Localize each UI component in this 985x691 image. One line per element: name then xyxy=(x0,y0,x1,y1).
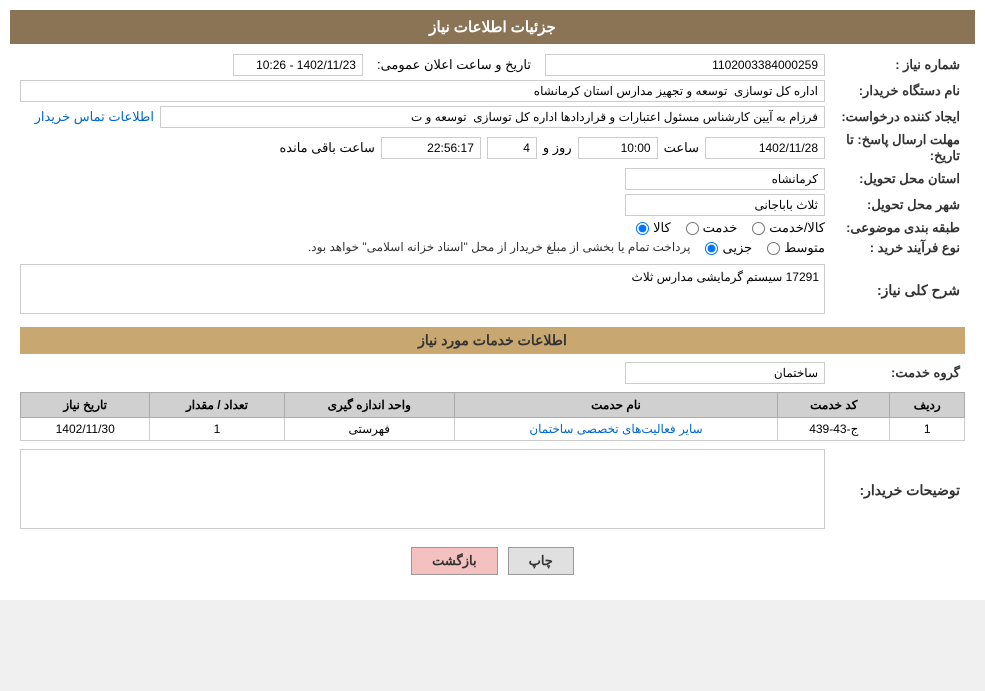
announcement-input[interactable] xyxy=(233,54,363,76)
row-date: 1402/11/30 xyxy=(21,418,150,441)
time-label: ساعت xyxy=(664,140,699,156)
service-group-value xyxy=(20,362,825,384)
page-container: جزئیات اطلاعات نیاز شماره نیاز : تاریخ و… xyxy=(0,0,985,600)
province-input[interactable] xyxy=(625,168,825,190)
process-note: پرداخت تمام یا بخشی از مبلغ خریدار از مح… xyxy=(308,240,691,256)
buyer-desc-value xyxy=(20,449,825,532)
overall-desc-row: شرح کلی نیاز: 17291 سیستم گرمایشی مدارس … xyxy=(20,264,965,317)
need-number-input[interactable] xyxy=(545,54,825,76)
page-title: جزئیات اطلاعات نیاز xyxy=(429,19,556,36)
table-header-row: ردیف کد خدمت نام حدمت واحد اندازه گیری ت… xyxy=(21,393,965,418)
col-header-name: نام حدمت xyxy=(454,393,777,418)
category-label: طبقه بندی موضوعی: xyxy=(825,220,965,236)
process-option-2[interactable]: متوسط xyxy=(767,240,825,256)
city-row: شهر محل تحویل: xyxy=(20,194,965,216)
deadline-value: ساعت روز و ساعت باقی مانده xyxy=(20,137,825,159)
days-label: روز و xyxy=(543,140,572,156)
province-value xyxy=(20,168,825,190)
content-area: شماره نیاز : تاریخ و ساعت اعلان عمومی: ن… xyxy=(10,54,975,590)
deadline-label: مهلت ارسال پاسخ: تا تاریخ: xyxy=(825,132,965,164)
need-number-value: تاریخ و ساعت اعلان عمومی: xyxy=(20,54,825,76)
row-quantity: 1 xyxy=(150,418,284,441)
category-option3-label: کالا/خدمت xyxy=(769,220,825,236)
process-options: متوسط جزیی پرداخت تمام یا بخشی از مبلغ خ… xyxy=(20,240,825,256)
row-number: 1 xyxy=(890,418,965,441)
category-option-3[interactable]: کالا/خدمت xyxy=(752,220,825,236)
services-table: ردیف کد خدمت نام حدمت واحد اندازه گیری ت… xyxy=(20,392,965,441)
creator-value: اطلاعات تماس خریدار xyxy=(20,106,825,128)
process-option-1[interactable]: جزیی xyxy=(705,240,752,256)
button-group: چاپ بازگشت xyxy=(20,547,965,590)
overall-desc-section: شرح کلی نیاز: 17291 سیستم گرمایشی مدارس … xyxy=(20,264,965,317)
buyer-desc-row: توضیحات خریدار: xyxy=(20,449,965,532)
category-option-2[interactable]: خدمت xyxy=(686,220,738,236)
buyer-name-input[interactable] xyxy=(20,80,825,102)
deadline-date-input[interactable] xyxy=(705,137,825,159)
service-group-row: گروه خدمت: xyxy=(20,362,965,384)
overall-desc-textarea[interactable]: 17291 سیستم گرمایشی مدارس ثلاث xyxy=(20,264,825,314)
print-button[interactable]: چاپ xyxy=(508,547,574,575)
buyer-desc-textarea[interactable] xyxy=(20,449,825,529)
process-radio-1[interactable] xyxy=(705,242,718,255)
category-options: کالا/خدمت خدمت کالا xyxy=(20,220,825,236)
buyer-desc-label: توضیحات خریدار: xyxy=(825,482,965,499)
row-unit: فهرستی xyxy=(284,418,454,441)
remaining-label: ساعت باقی مانده xyxy=(279,140,374,156)
creator-input[interactable] xyxy=(160,106,825,128)
col-header-quantity: تعداد / مقدار xyxy=(150,393,284,418)
col-header-date: تاریخ نیاز xyxy=(21,393,150,418)
province-row: استان محل تحویل: xyxy=(20,168,965,190)
process-row: نوع فرآیند خرید : متوسط جزیی پرداخت تمام… xyxy=(20,240,965,256)
col-header-code: کد خدمت xyxy=(778,393,890,418)
overall-desc-label: شرح کلی نیاز: xyxy=(825,282,965,299)
process-radio-2[interactable] xyxy=(767,242,780,255)
category-radio-1[interactable] xyxy=(636,222,649,235)
overall-desc-value: 17291 سیستم گرمایشی مدارس ثلاث xyxy=(20,264,825,317)
deadline-countdown-input[interactable] xyxy=(381,137,481,159)
col-header-unit: واحد اندازه گیری xyxy=(284,393,454,418)
creator-row: ایجاد کننده درخواست: اطلاعات تماس خریدار xyxy=(20,106,965,128)
deadline-days-input[interactable] xyxy=(487,137,537,159)
buyer-name-value xyxy=(20,80,825,102)
city-input[interactable] xyxy=(625,194,825,216)
category-option1-label: کالا xyxy=(653,220,671,236)
creator-label: ایجاد کننده درخواست: xyxy=(825,109,965,125)
city-value xyxy=(20,194,825,216)
process-option2-label: متوسط xyxy=(784,240,825,256)
buyer-name-row: نام دستگاه خریدار: xyxy=(20,80,965,102)
table-row: 1 ج-43-439 سایر فعالیت‌های تخصصی ساختمان… xyxy=(21,418,965,441)
announcement-label: تاریخ و ساعت اعلان عمومی: xyxy=(377,57,531,73)
province-label: استان محل تحویل: xyxy=(825,171,965,187)
col-header-row: ردیف xyxy=(890,393,965,418)
services-section-title: اطلاعات خدمات مورد نیاز xyxy=(20,327,965,354)
process-option1-label: جزیی xyxy=(722,240,752,256)
deadline-time-input[interactable] xyxy=(578,137,658,159)
service-group-input[interactable] xyxy=(625,362,825,384)
need-number-label: شماره نیاز : xyxy=(825,57,965,73)
row-service-name: سایر فعالیت‌های تخصصی ساختمان xyxy=(454,418,777,441)
row-code: ج-43-439 xyxy=(778,418,890,441)
category-option2-label: خدمت xyxy=(703,220,738,236)
process-label: نوع فرآیند خرید : xyxy=(825,240,965,256)
category-radio-3[interactable] xyxy=(752,222,765,235)
city-label: شهر محل تحویل: xyxy=(825,197,965,213)
category-radio-2[interactable] xyxy=(686,222,699,235)
category-row: طبقه بندی موضوعی: کالا/خدمت خدمت کالا xyxy=(20,220,965,236)
need-number-row: شماره نیاز : تاریخ و ساعت اعلان عمومی: xyxy=(20,54,965,76)
buyer-name-label: نام دستگاه خریدار: xyxy=(825,83,965,99)
page-header: جزئیات اطلاعات نیاز xyxy=(10,10,975,44)
deadline-row: مهلت ارسال پاسخ: تا تاریخ: ساعت روز و سا… xyxy=(20,132,965,164)
creator-link[interactable]: اطلاعات تماس خریدار xyxy=(35,109,154,125)
service-group-label: گروه خدمت: xyxy=(825,365,965,381)
category-option-1[interactable]: کالا xyxy=(636,220,671,236)
back-button[interactable]: بازگشت xyxy=(411,547,497,575)
